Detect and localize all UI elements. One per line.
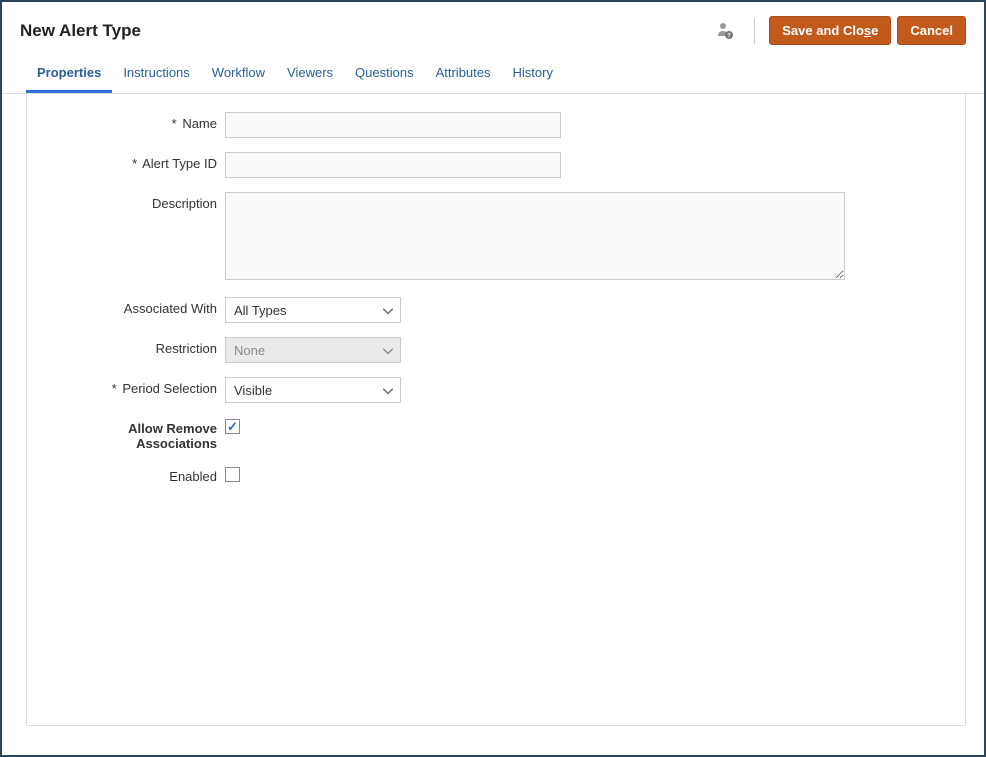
tab-questions[interactable]: Questions (344, 55, 425, 93)
label-description: Description (47, 192, 225, 211)
divider (754, 18, 755, 44)
user-help-icon[interactable]: ? (716, 22, 734, 40)
associated-with-value: All Types (234, 303, 287, 318)
restriction-select: None (225, 337, 401, 363)
row-description: Description (47, 192, 945, 283)
page-title: New Alert Type (20, 21, 141, 41)
tab-workflow[interactable]: Workflow (201, 55, 276, 93)
tabs: Properties Instructions Workflow Viewers… (2, 55, 984, 94)
row-associated-with: Associated With All Types (47, 297, 945, 323)
cancel-button[interactable]: Cancel (897, 16, 966, 45)
row-name: * Name (47, 112, 945, 138)
tab-instructions[interactable]: Instructions (112, 55, 200, 93)
row-allow-remove: Allow Remove Associations (47, 417, 945, 451)
label-name: * Name (47, 112, 225, 131)
associated-with-select[interactable]: All Types (225, 297, 401, 323)
row-enabled: Enabled (47, 465, 945, 485)
label-allow-remove: Allow Remove Associations (47, 417, 225, 451)
dialog-header: New Alert Type ? Save and Close Cancel (2, 2, 984, 55)
restriction-value: None (234, 343, 265, 358)
alert-type-id-input[interactable] (225, 152, 561, 178)
tab-viewers[interactable]: Viewers (276, 55, 344, 93)
properties-panel: * Name * Alert Type ID Description Assoc… (26, 94, 966, 726)
period-selection-select[interactable]: Visible (225, 377, 401, 403)
row-period-selection: * Period Selection Visible (47, 377, 945, 403)
header-actions: ? Save and Close Cancel (716, 16, 966, 45)
label-associated-with: Associated With (47, 297, 225, 316)
label-period-selection: * Period Selection (47, 377, 225, 396)
allow-remove-checkbox[interactable] (225, 419, 240, 434)
name-input[interactable] (225, 112, 561, 138)
label-alert-type-id: * Alert Type ID (47, 152, 225, 171)
tab-attributes[interactable]: Attributes (425, 55, 502, 93)
tab-history[interactable]: History (502, 55, 564, 93)
tab-properties[interactable]: Properties (26, 55, 112, 93)
row-restriction: Restriction None (47, 337, 945, 363)
svg-text:?: ? (727, 33, 731, 39)
label-enabled: Enabled (47, 465, 225, 484)
period-selection-value: Visible (234, 383, 272, 398)
enabled-checkbox[interactable] (225, 467, 240, 482)
description-input[interactable] (225, 192, 845, 280)
row-alert-type-id: * Alert Type ID (47, 152, 945, 178)
save-and-close-button[interactable]: Save and Close (769, 16, 891, 45)
label-restriction: Restriction (47, 337, 225, 356)
